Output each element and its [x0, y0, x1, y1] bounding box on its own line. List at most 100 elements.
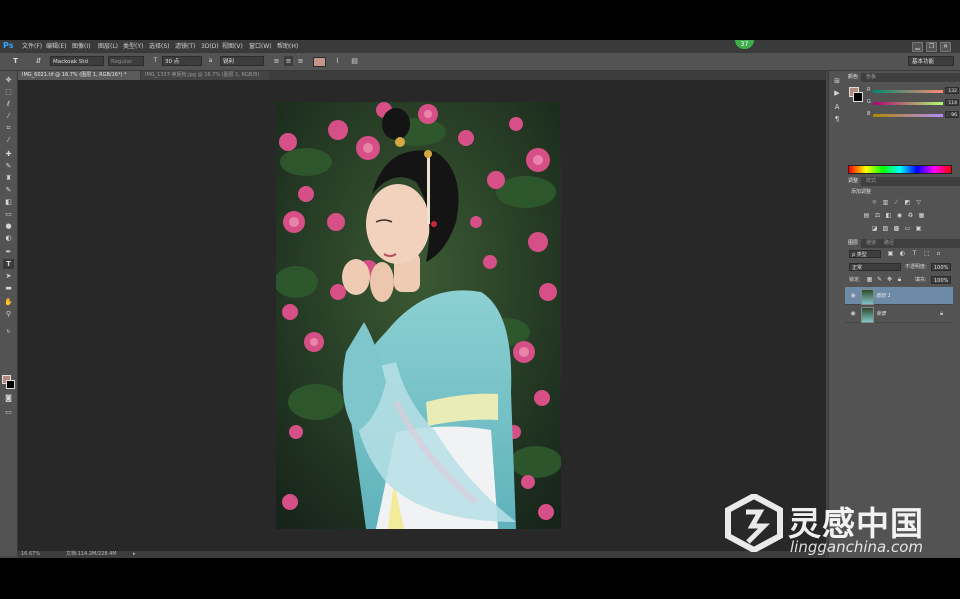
minimize-button[interactable]: ▁ [912, 42, 923, 52]
channel-mixer-icon[interactable]: ♻ [907, 212, 914, 219]
filter-shape-icon[interactable]: ⬚ [923, 250, 930, 257]
font-family-select[interactable]: Mackoak Std [50, 56, 104, 66]
exposure-icon[interactable]: ◩ [904, 199, 911, 206]
eraser-tool-icon[interactable]: ◧ [3, 197, 14, 207]
move-tool-icon[interactable]: ✥ [3, 75, 14, 85]
tab-swatches[interactable]: 色板 [863, 73, 879, 82]
blur-tool-icon[interactable]: ● [3, 221, 14, 231]
quick-mask-icon[interactable]: ◙ [3, 393, 14, 403]
color-spectrum-bar[interactable] [848, 165, 952, 174]
filter-type-icon[interactable]: T [911, 250, 918, 257]
lock-transparent-icon[interactable]: ▦ [866, 276, 873, 283]
blend-mode-select[interactable]: 正常 [849, 263, 901, 271]
character-panel-icon[interactable]: A [832, 103, 842, 112]
brush-tool-icon[interactable]: ✎ [3, 161, 14, 171]
dodge-tool-icon[interactable]: ◐ [3, 233, 14, 243]
tab-channels[interactable]: 通道 [863, 239, 879, 248]
threshold-icon[interactable]: ▩ [893, 225, 900, 232]
channel-g-value[interactable]: 114 [945, 99, 959, 106]
layer-name[interactable]: 背景 [876, 309, 886, 319]
filter-adjust-icon[interactable]: ◐ [899, 250, 906, 257]
character-panel-icon[interactable]: ▤ [350, 56, 359, 66]
brightness-icon[interactable]: ☼ [871, 199, 878, 206]
actions-panel-icon[interactable]: ▶ [832, 89, 842, 98]
curves-icon[interactable]: ⟋ [893, 199, 900, 206]
tab-layers[interactable]: 图层 [845, 239, 862, 248]
marquee-tool-icon[interactable]: ⬚ [3, 87, 14, 97]
layer-row-background[interactable]: ◉ 背景 🔒︎ [845, 305, 953, 323]
layer-filter-select[interactable]: ρ 类型 [849, 250, 881, 258]
align-right-icon[interactable]: ≡ [296, 56, 305, 66]
opacity-input[interactable]: 100% [931, 263, 951, 271]
menu-3d[interactable]: 3D(D) [201, 40, 219, 53]
black-white-icon[interactable]: ◧ [885, 212, 892, 219]
canvas-area[interactable] [18, 80, 826, 551]
history-panel-icon[interactable]: ⊞ [832, 77, 842, 86]
restore-button[interactable]: ❐ [926, 42, 937, 52]
channel-r-value[interactable]: 132 [945, 87, 959, 94]
fill-input[interactable]: 100% [931, 276, 951, 284]
color-panel-background[interactable] [853, 92, 863, 102]
lock-all-icon[interactable]: 🔒︎ [896, 276, 903, 283]
menu-layer[interactable]: 图层(L) [98, 40, 118, 53]
color-lookup-icon[interactable]: ▦ [918, 212, 925, 219]
color-balance-icon[interactable]: ⚖ [874, 212, 881, 219]
lock-position-icon[interactable]: ✥ [886, 276, 893, 283]
channel-g-slider[interactable] [873, 102, 943, 105]
pen-tool-icon[interactable]: ✒ [3, 247, 14, 257]
visibility-eye-icon[interactable]: ◉ [849, 310, 857, 318]
eyedropper-tool-icon[interactable]: ⁄ [3, 135, 14, 145]
menu-file[interactable]: 文件(F) [22, 40, 42, 53]
type-tool-icon[interactable]: T [3, 259, 14, 269]
invert-icon[interactable]: ◪ [871, 225, 878, 232]
hue-saturation-icon[interactable]: ▤ [863, 212, 870, 219]
vibrance-icon[interactable]: ▽ [915, 199, 922, 206]
menu-edit[interactable]: 编辑(E) [46, 40, 66, 53]
channel-r-slider[interactable] [873, 90, 943, 93]
screen-mode-icon[interactable]: ▭ [3, 407, 14, 417]
tab-color[interactable]: 颜色 [845, 73, 862, 82]
zoom-tool-icon[interactable]: ⚲ [3, 309, 14, 319]
layer-row-layer-1[interactable]: ◉ 图层 1 [845, 287, 953, 305]
filter-pixel-icon[interactable]: ▣ [887, 250, 894, 257]
visibility-eye-icon[interactable]: ◉ [849, 292, 857, 300]
posterize-icon[interactable]: ▨ [882, 225, 889, 232]
tab-adjustments[interactable]: 调整 [845, 177, 862, 186]
zoom-readout[interactable]: 16.67% [21, 551, 40, 558]
close-button[interactable]: ✕ [940, 42, 951, 52]
channel-b-slider[interactable] [873, 114, 943, 117]
menu-filter[interactable]: 滤镜(T) [175, 40, 195, 53]
tab-img-6021[interactable]: IMG_6021.tif @ 16.7% (图层 1, RGB/16*) * [18, 71, 140, 80]
filter-smart-icon[interactable]: ▫ [935, 250, 942, 257]
document-photo[interactable] [276, 102, 561, 529]
warp-text-icon[interactable]: ⌇ [333, 56, 342, 66]
crop-tool-icon[interactable]: ⌗ [3, 123, 14, 133]
levels-icon[interactable]: ▥ [882, 199, 889, 206]
photo-filter-icon[interactable]: ◉ [896, 212, 903, 219]
status-menu-arrow-icon[interactable]: ▸ [133, 551, 136, 558]
menu-select[interactable]: 选择(S) [149, 40, 170, 53]
quick-select-tool-icon[interactable]: ⁄ [3, 111, 14, 121]
channel-b-value[interactable]: 96 [945, 111, 959, 118]
tab-styles[interactable]: 样式 [863, 177, 879, 186]
lock-image-icon[interactable]: ✎ [876, 276, 883, 283]
swap-colors-icon[interactable]: ↻ [3, 327, 14, 337]
font-style-select[interactable]: Regular [108, 56, 144, 66]
menu-type[interactable]: 类型(Y) [123, 40, 143, 53]
font-size-select[interactable]: 30 点 [162, 56, 202, 66]
selective-color-icon[interactable]: ▣ [915, 225, 922, 232]
menu-view[interactable]: 视图(V) [222, 40, 243, 53]
antialias-select[interactable]: 锐利 [220, 56, 264, 66]
tab-paths[interactable]: 路径 [881, 239, 897, 248]
text-color-swatch[interactable] [313, 57, 326, 67]
workspace-select[interactable]: 基本功能 [908, 56, 954, 66]
layer-name[interactable]: 图层 1 [876, 291, 891, 301]
menu-image[interactable]: 图像(I) [72, 40, 90, 53]
history-brush-tool-icon[interactable]: ✎ [3, 185, 14, 195]
gradient-tool-icon[interactable]: ▭ [3, 209, 14, 219]
menu-window[interactable]: 窗口(W) [249, 40, 272, 53]
align-left-icon[interactable]: ≡ [272, 56, 281, 66]
path-select-tool-icon[interactable]: ➤ [3, 271, 14, 281]
hand-tool-icon[interactable]: ✋ [3, 297, 14, 307]
gradient-map-icon[interactable]: ▭ [904, 225, 911, 232]
